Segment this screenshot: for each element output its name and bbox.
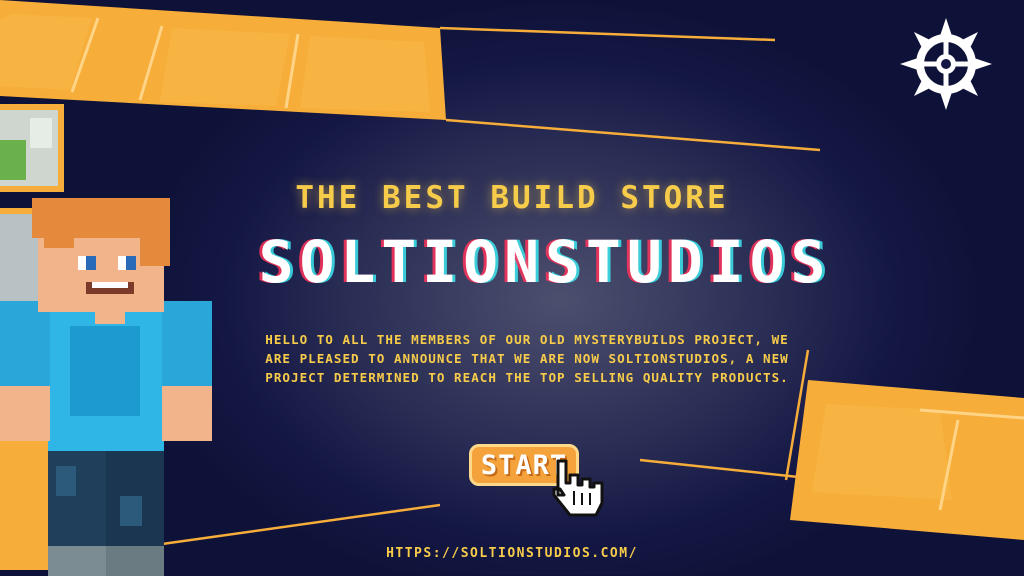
start-button[interactable]: START — [469, 444, 579, 486]
announcement-text: HELLO TO ALL THE MEMBERS OF OUR OLD MYST… — [265, 332, 789, 385]
tagline: THE BEST BUILD STORE — [295, 180, 729, 216]
website-url-link[interactable]: HTTPS://SOLTIONSTUDIOS.COM/ — [0, 546, 1024, 561]
brand-title: SOLTIONSTUDIOS — [258, 228, 832, 296]
gear-wheel-icon — [900, 18, 992, 110]
